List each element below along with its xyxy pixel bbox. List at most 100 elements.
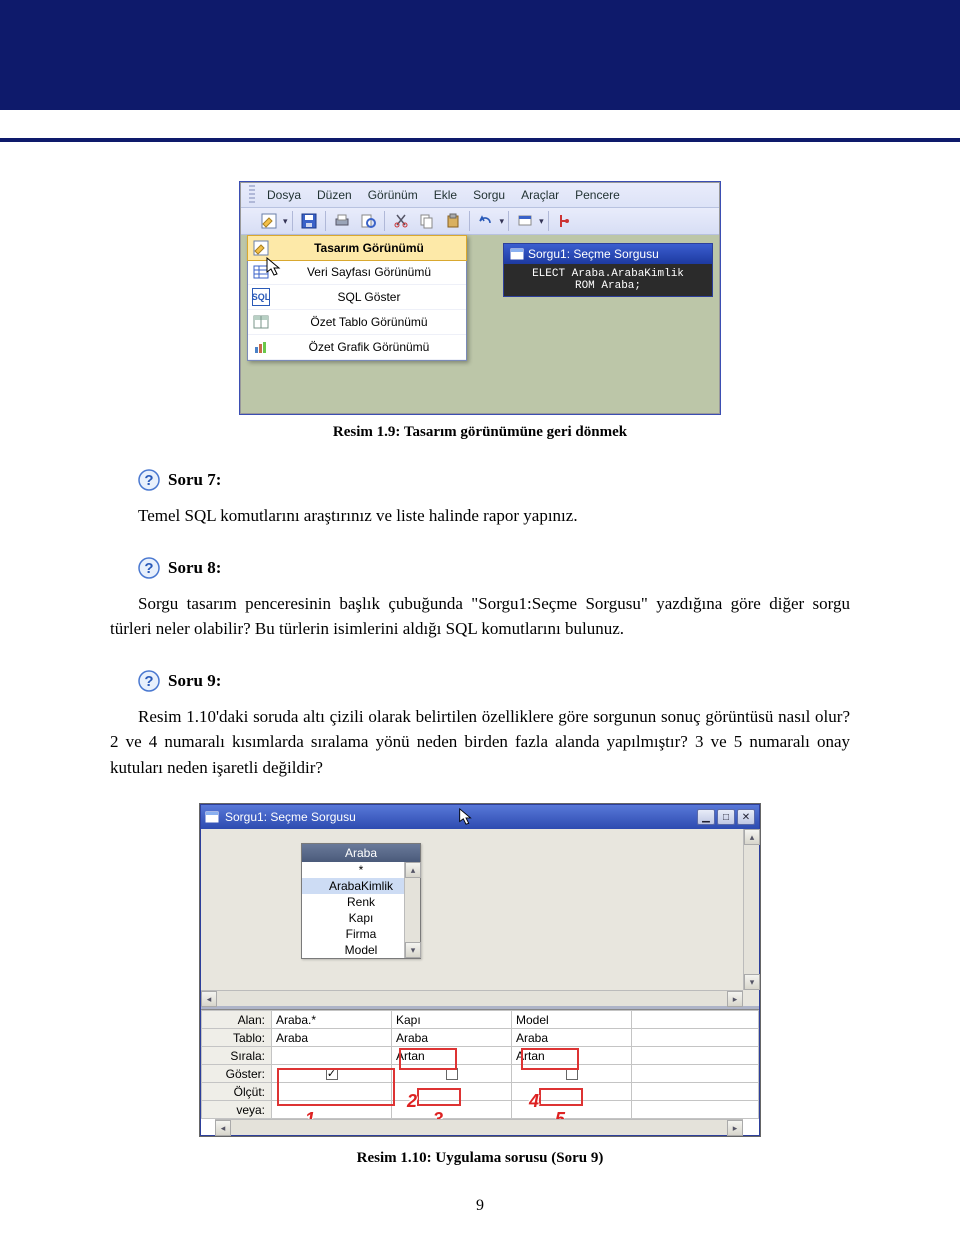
query-design-title: Sorgu1: Seçme Sorgusu <box>225 810 356 824</box>
dropdown-arrow-icon[interactable]: ▾ <box>283 216 288 227</box>
grid-cell[interactable] <box>632 1101 759 1119</box>
toolbar-separator <box>469 211 470 231</box>
scroll-up-icon[interactable]: ▴ <box>744 829 760 845</box>
checkbox-icon[interactable] <box>566 1068 578 1080</box>
scroll-right-icon[interactable]: ▸ <box>727 1120 743 1136</box>
menu-insert[interactable]: Ekle <box>426 185 465 205</box>
cut-button[interactable] <box>389 210 413 232</box>
figure-2: Sorgu1: Seçme Sorgusu ▁ □ ✕ Araba * Arab… <box>110 804 850 1167</box>
view-design-label: Tasarım Görünümü <box>278 241 460 255</box>
table-field-list: Araba * ArabaKimlik Renk Kapı Firma Mode… <box>301 843 421 959</box>
field-item[interactable]: Firma <box>302 926 420 942</box>
paste-button[interactable] <box>441 210 465 232</box>
question-9-label: Soru 9: <box>168 671 221 691</box>
pivot-chart-icon <box>252 338 270 356</box>
screenshot-body: Tasarım Görünümü Veri Sayfası Görünümü S… <box>241 235 719 413</box>
print-preview-button[interactable] <box>356 210 380 232</box>
scroll-up-icon[interactable]: ▴ <box>405 862 421 878</box>
grid-cell[interactable]: Araba <box>272 1029 392 1047</box>
field-item[interactable]: * <box>302 862 420 878</box>
design-view-button[interactable] <box>257 210 281 232</box>
row-label-sirala: Sırala: <box>202 1047 272 1065</box>
grid-cell[interactable] <box>632 1047 759 1065</box>
menu-file[interactable]: Dosya <box>259 185 309 205</box>
menu-edit[interactable]: Düzen <box>309 185 360 205</box>
grid-cell[interactable]: Araba <box>512 1029 632 1047</box>
field-item[interactable]: Renk <box>302 894 420 910</box>
annotation-box-3 <box>417 1088 461 1106</box>
menu-tools[interactable]: Araçlar <box>513 185 567 205</box>
view-sql-item[interactable]: SQL SQL Göster <box>248 285 466 310</box>
dropdown-arrow-icon[interactable]: ▾ <box>539 216 544 227</box>
field-item[interactable]: ArabaKimlik <box>302 878 420 894</box>
question-8-label: Soru 8: <box>168 558 221 578</box>
close-button[interactable]: ✕ <box>737 809 755 825</box>
grid-cell[interactable] <box>632 1065 759 1083</box>
scroll-down-icon[interactable]: ▾ <box>744 974 760 990</box>
view-pivotchart-label: Özet Grafik Görünümü <box>278 340 460 354</box>
question-icon: ? <box>138 557 160 579</box>
view-pivottable-item[interactable]: Özet Tablo Görünümü <box>248 310 466 335</box>
toolbar-separator <box>384 211 385 231</box>
undo-button[interactable] <box>474 210 498 232</box>
screenshot-access-view-menu: Dosya Düzen Görünüm Ekle Sorgu Araçlar P… <box>240 182 720 414</box>
querytype-button[interactable] <box>513 210 537 232</box>
view-dropdown-menu: Tasarım Görünümü Veri Sayfası Görünümü S… <box>247 235 467 361</box>
grid-cell[interactable] <box>632 1083 759 1101</box>
save-button[interactable] <box>297 210 321 232</box>
toolbar-separator <box>548 211 549 231</box>
scroll-left-icon[interactable]: ◂ <box>201 991 217 1007</box>
toolbar-separator <box>292 211 293 231</box>
grid-cell[interactable] <box>632 1011 759 1029</box>
figure-2-caption: Resim 1.10: Uygulama sorusu (Soru 9) <box>110 1150 850 1167</box>
scroll-left-icon[interactable]: ◂ <box>215 1120 231 1136</box>
grid-cell[interactable]: Araba <box>392 1029 512 1047</box>
field-item[interactable]: Model <box>302 942 420 958</box>
annotation-box-1 <box>277 1068 395 1106</box>
figure-1-caption: Resim 1.9: Tasarım görünümüne geri dönme… <box>110 424 850 441</box>
screenshot-query-design: Sorgu1: Seçme Sorgusu ▁ □ ✕ Araba * Arab… <box>200 804 760 1136</box>
view-sql-label: SQL Göster <box>278 290 460 304</box>
grid-cell[interactable]: Kapı <box>392 1011 512 1029</box>
scrollbar-vertical[interactable]: ▴ ▾ <box>743 829 759 990</box>
annotation-number-2: 2 <box>407 1092 417 1110</box>
field-item[interactable]: Kapı <box>302 910 420 926</box>
maximize-button[interactable]: □ <box>717 809 735 825</box>
grid-cell[interactable] <box>632 1029 759 1047</box>
view-pivotchart-item[interactable]: Özet Grafik Görünümü <box>248 335 466 360</box>
pivot-table-icon <box>252 313 270 331</box>
run-button[interactable] <box>553 210 577 232</box>
field-list-header: Araba <box>302 844 420 862</box>
query-design-upper-pane: Araba * ArabaKimlik Renk Kapı Firma Mode… <box>201 829 759 1009</box>
sql-window-titlebar: Sorgu1: Seçme Sorgusu <box>504 244 712 264</box>
dropdown-arrow-icon[interactable]: ▾ <box>500 216 505 227</box>
minimize-button[interactable]: ▁ <box>697 809 715 825</box>
row-label-goster: Göster: <box>202 1065 272 1083</box>
annotation-box-4 <box>521 1048 579 1070</box>
row-label-tablo: Tablo: <box>202 1029 272 1047</box>
annotation-box-5 <box>539 1088 583 1106</box>
grid-cell[interactable]: Model <box>512 1011 632 1029</box>
question-7-block: ? Soru 7: Temel SQL komutlarını araştırı… <box>110 469 850 529</box>
menu-window[interactable]: Pencere <box>567 185 628 205</box>
menu-view[interactable]: Görünüm <box>360 185 426 205</box>
sql-query-window: Sorgu1: Seçme Sorgusu ELECT Araba.ArabaK… <box>503 243 713 297</box>
scrollbar-horizontal[interactable]: ◂ ▸ <box>215 1119 743 1135</box>
row-label-alan: Alan: <box>202 1011 272 1029</box>
scroll-right-icon[interactable]: ▸ <box>727 991 743 1007</box>
scrollbar-vertical[interactable]: ▴ ▾ <box>404 862 420 958</box>
scroll-down-icon[interactable]: ▾ <box>405 942 421 958</box>
menu-query[interactable]: Sorgu <box>465 185 513 205</box>
page-header-bar <box>0 0 960 110</box>
checkbox-icon[interactable] <box>446 1068 458 1080</box>
toolbar-grip-icon <box>249 185 255 205</box>
grid-cell[interactable] <box>272 1047 392 1065</box>
sql-window-title: Sorgu1: Seçme Sorgusu <box>528 247 659 261</box>
print-button[interactable] <box>330 210 354 232</box>
sql-text-area[interactable]: ELECT Araba.ArabaKimlik ROM Araba; <box>504 264 712 296</box>
copy-button[interactable] <box>415 210 439 232</box>
annotation-box-2 <box>399 1048 457 1070</box>
scrollbar-horizontal[interactable]: ◂ ▸ <box>201 990 743 1006</box>
page-number: 9 <box>110 1197 850 1215</box>
grid-cell[interactable]: Araba.* <box>272 1011 392 1029</box>
